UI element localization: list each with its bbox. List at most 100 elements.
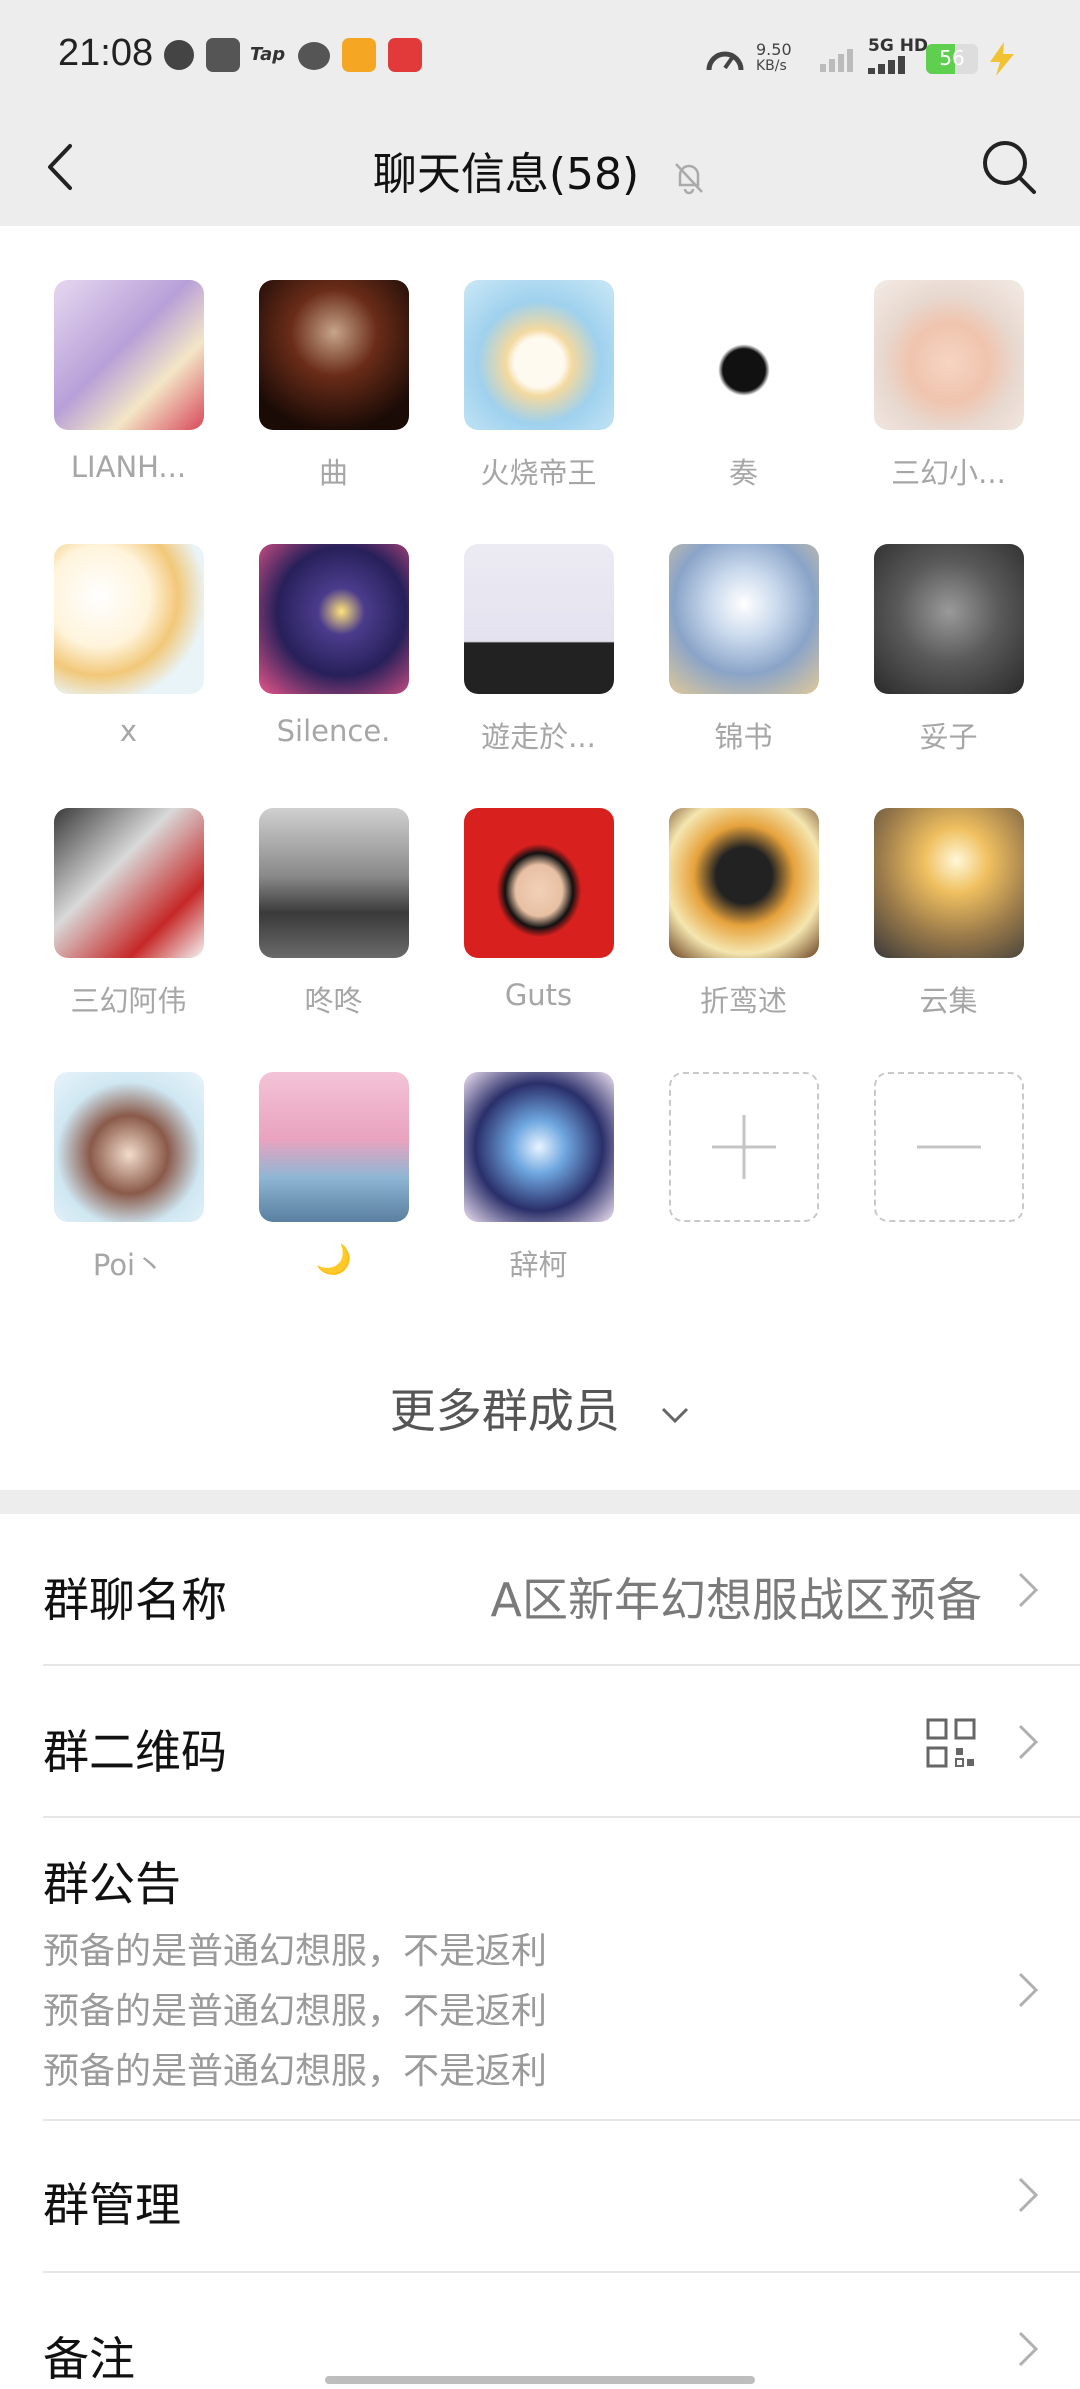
nav-bar: 聊天信息(58) [0,110,1080,226]
add-member-button[interactable] [641,1072,846,1222]
member-name: 咚咚 [304,984,363,1018]
member-name: 折鸾述 [699,984,787,1018]
member-item[interactable]: 奏 [641,280,846,492]
tap-app-icon: Tap [250,44,286,65]
weibo-icon [298,42,330,70]
home-indicator[interactable] [325,2376,755,2384]
more-members-button[interactable]: 更多群成员 [0,1375,1080,1441]
search-icon[interactable] [974,132,1044,202]
member-avatar [258,544,409,694]
member-name: 三幻小... [891,456,1006,490]
member-name: LIANH... [70,450,187,484]
member-avatar [668,544,819,694]
video-app-icon [164,40,194,70]
group-notice-row[interactable]: 群公告 预备的是普通幻想服，不是返利 预备的是普通幻想服，不是返利 预备的是普通… [0,1818,1080,2118]
plus-icon [711,1115,776,1179]
add-member-box[interactable] [668,1072,819,1222]
member-name: 遊走於... [481,720,596,754]
group-name-row[interactable]: 群聊名称 A区新年幻想服战区预备 [0,1514,1080,1664]
member-item[interactable]: 咚咚 [231,808,436,1020]
page-title: 聊天信息(58) [0,138,1080,202]
member-avatar [53,808,204,958]
member-name: 曲 [318,456,348,490]
member-avatar [463,808,614,958]
group-qr-row[interactable]: 群二维码 [0,1666,1080,1816]
network-type: 5G HD [868,36,929,56]
member-item[interactable]: Silence. [231,544,436,748]
member-item[interactable]: 云集 [846,808,1051,1020]
member-item[interactable]: 三幻小... [846,280,1051,492]
member-name: 🌙 [315,1242,352,1276]
status-bar: 21:08 Tap 9.50 KB/s 5G HD 56 [0,0,1080,110]
member-name: 云集 [919,984,978,1018]
chevron-right-icon [1018,2331,1039,2367]
remark-row[interactable]: 备注 [0,2273,1080,2388]
group-manage-row[interactable]: 群管理 [0,2121,1080,2271]
member-avatar [463,280,614,430]
member-avatar [873,544,1024,694]
member-avatar [873,280,1024,430]
member-name: 锦书 [714,720,773,754]
muted-bell-icon [675,163,704,195]
member-avatar [668,280,819,430]
chevron-right-icon [1018,1572,1039,1608]
remark-label: 备注 [43,2332,135,2386]
remove-member-button[interactable] [846,1072,1051,1222]
member-name: Poi丶 [92,1248,165,1282]
member-item[interactable]: 三幻阿伟 [26,808,231,1020]
group-name-label: 群聊名称 [43,1573,227,1627]
member-avatar [53,280,204,430]
red-app-icon [388,38,422,72]
chevron-right-icon [1018,1724,1039,1760]
member-avatar [463,1072,614,1222]
chevron-down-icon [662,1407,689,1423]
member-item[interactable]: x [26,544,231,748]
member-item[interactable]: 🌙 [231,1072,436,1277]
minus-icon [916,1145,981,1149]
qr-code-icon [926,1718,976,1768]
group-qr-label: 群二维码 [43,1725,227,1779]
member-name: 奏 [728,456,758,490]
group-manage-label: 群管理 [43,2178,181,2232]
member-name: 妥子 [919,720,978,754]
signal-strong-icon [868,56,905,74]
battery-icon: 56 [926,44,978,74]
status-time: 21:08 [58,32,154,74]
member-avatar [873,808,1024,958]
battery-level: 56 [939,46,965,70]
section-separator [0,1490,1080,1514]
member-item[interactable]: LIANH... [26,280,231,484]
group-notice-label: 群公告 [43,1857,181,1911]
member-avatar [668,808,819,958]
member-avatar [258,808,409,958]
member-avatar [53,1072,204,1222]
speed-value: 9.50 [756,40,792,59]
member-item[interactable]: Guts [436,808,641,1012]
member-avatar [53,544,204,694]
member-item[interactable]: 遊走於... [436,544,641,756]
signal-weak-icon [820,49,853,72]
member-avatar [258,280,409,430]
member-item[interactable]: 锦书 [641,544,846,756]
member-item[interactable]: 折鸾述 [641,808,846,1020]
member-name: 辞柯 [509,1248,568,1282]
chevron-right-icon [1018,1972,1039,2008]
speed-gauge-icon [706,51,744,71]
notice-text-line: 预备的是普通幻想服，不是返利 [43,1931,548,1972]
member-name: 三幻阿伟 [70,984,187,1018]
member-avatar [463,544,614,694]
member-item[interactable]: Poi丶 [26,1072,231,1284]
chevron-right-icon [1018,2177,1039,2213]
du-app-icon [206,38,240,72]
page-title-text: 聊天信息(58) [372,149,640,200]
member-name: x [119,714,138,748]
member-item[interactable]: 辞柯 [436,1072,641,1284]
member-name: Guts [504,978,573,1012]
member-item[interactable]: 曲 [231,280,436,492]
member-item[interactable]: 妥子 [846,544,1051,756]
notice-text-line: 预备的是普通幻想服，不是返利 [43,1991,548,2032]
member-item[interactable]: 火烧帝王 [436,280,641,492]
group-name-value: A区新年幻想服战区预备 [490,1573,982,1627]
remove-member-box[interactable] [873,1072,1024,1222]
charging-icon [990,42,1014,76]
